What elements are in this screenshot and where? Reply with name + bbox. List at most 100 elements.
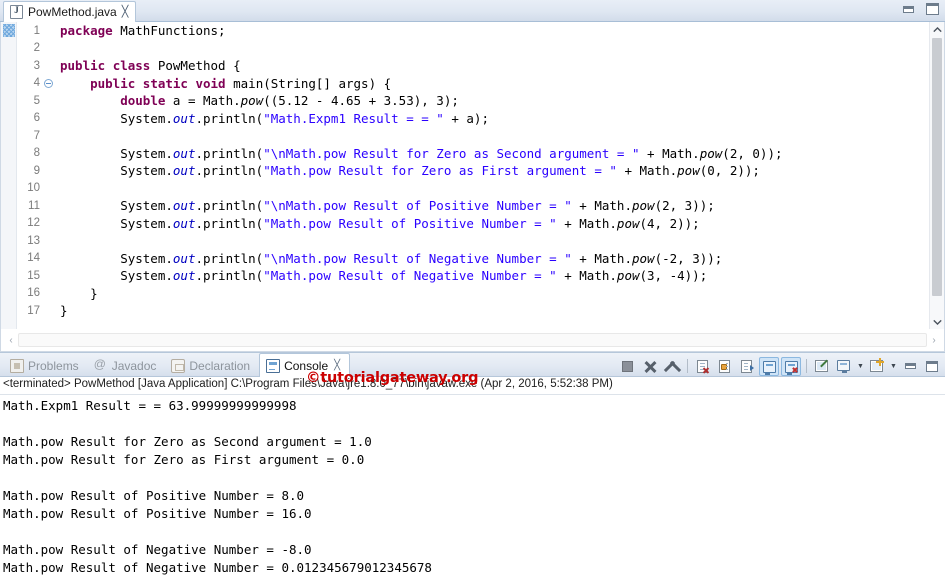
editor-horizontal-scrollbar[interactable]: ‹ › (1, 329, 944, 351)
code-line: 5 double a = Math.pow((5.12 - 4.65 + 3.5… (17, 92, 929, 110)
view-tab-label: Declaration (189, 359, 250, 373)
code-text: } (54, 286, 98, 301)
minimize-view-button[interactable] (900, 357, 920, 376)
code-editor-area[interactable]: 1package MathFunctions;23public class Po… (0, 22, 945, 352)
token-kw: double (120, 93, 165, 108)
editor-part: PowMethod.java ╳ 1package MathFunctions;… (0, 0, 945, 352)
show-console-on-error-icon (785, 361, 798, 373)
code-text: System.out.println("Math.pow Result for … (54, 163, 760, 178)
line-number: 13 (17, 235, 43, 247)
remove-launch-icon (643, 360, 657, 374)
minimize-icon[interactable] (903, 6, 914, 13)
token-pl: System. (60, 216, 173, 231)
token-pl: + Math. (557, 216, 617, 231)
code-line: 8 System.out.println("\nMath.pow Result … (17, 145, 929, 163)
token-pl: PowMethod { (150, 58, 240, 73)
token-pl: (2, 3)); (655, 198, 715, 213)
code-text: public class PowMethod { (54, 58, 241, 73)
scrollbar-thumb[interactable] (932, 38, 942, 296)
view-tab-javadoc[interactable]: Javadoc (88, 354, 166, 378)
clear-console-icon (697, 360, 708, 373)
token-fld: out (173, 251, 196, 266)
word-wrap-button[interactable] (737, 357, 757, 376)
token-pl (135, 76, 143, 91)
console-output-line: Math.pow Result for Zero as First argume… (3, 451, 945, 469)
scroll-left-icon[interactable]: ‹ (4, 335, 18, 346)
toolbar-separator (687, 359, 688, 373)
scroll-lock-button[interactable] (715, 357, 735, 376)
toolbar-separator (806, 359, 807, 373)
console-part: ProblemsJavadocDeclarationConsole╳ ▼▼ <t… (0, 352, 945, 586)
chevron-down-icon[interactable]: ▼ (856, 357, 865, 376)
display-selected-console-button[interactable] (834, 357, 854, 376)
word-wrap-icon (741, 360, 752, 373)
code-line: 11 System.out.println("\nMath.pow Result… (17, 197, 929, 215)
token-fld: out (173, 163, 196, 178)
code-line: 4 public static void main(String[] args)… (17, 75, 929, 93)
clear-console-button[interactable] (693, 357, 713, 376)
maximize-icon[interactable] (926, 3, 939, 15)
token-pl: System. (60, 251, 173, 266)
line-number: 2 (17, 42, 43, 54)
token-pl: .println( (195, 216, 263, 231)
scroll-up-icon[interactable] (930, 22, 945, 37)
token-fld: out (173, 268, 196, 283)
scroll-down-icon[interactable] (930, 314, 945, 329)
line-number: 10 (17, 182, 43, 194)
view-tab-problems[interactable]: Problems (4, 354, 88, 378)
console-output-line: Math.Expm1 Result = = 63.99999999999998 (3, 397, 945, 415)
scroll-lock-icon (719, 360, 730, 373)
show-console-on-error-button[interactable] (781, 357, 801, 376)
fold-collapse-icon[interactable] (43, 78, 54, 89)
show-console-on-output-button[interactable] (759, 357, 779, 376)
close-icon[interactable]: ╳ (122, 7, 129, 18)
editor-tab-powmethod[interactable]: PowMethod.java ╳ (3, 1, 136, 22)
maximize-view-button[interactable] (922, 357, 942, 376)
pin-console-button[interactable] (812, 357, 832, 376)
token-pl (105, 58, 113, 73)
annotation-marker-icon[interactable] (3, 24, 15, 37)
token-pl: (0, 2)); (700, 163, 760, 178)
token-pl: System. (60, 111, 173, 126)
view-tab-declaration[interactable]: Declaration (165, 354, 259, 378)
line-number: 12 (17, 217, 43, 229)
chevron-down-icon[interactable]: ▼ (889, 357, 898, 376)
code-line: 6 System.out.println("Math.Expm1 Result … (17, 110, 929, 128)
remove-all-terminated-button[interactable] (662, 357, 682, 376)
token-pl: ((5.12 - 4.65 + 3.53), 3); (263, 93, 459, 108)
code-text: System.out.println("Math.pow Result of P… (54, 216, 700, 231)
line-number: 14 (17, 252, 43, 264)
annotation-ruler[interactable] (1, 22, 17, 329)
view-tab-console[interactable]: Console╳ (259, 353, 350, 378)
token-pl: .println( (195, 268, 263, 283)
token-str: "Math.Expm1 Result = = " (263, 111, 444, 126)
terminate-icon (622, 361, 633, 372)
horizontal-scroll-track[interactable] (18, 333, 927, 347)
token-str: "\nMath.pow Result of Negative Number = … (263, 251, 572, 266)
maximize-view-icon (926, 361, 938, 372)
console-output-line: Math.pow Result of Positive Number = 8.0 (3, 487, 945, 505)
line-number: 5 (17, 95, 43, 107)
token-pl: (-2, 3)); (655, 251, 723, 266)
terminate-button[interactable] (618, 357, 638, 376)
open-console-button[interactable] (867, 357, 887, 376)
token-pl: (4, 2)); (640, 216, 700, 231)
console-output[interactable]: Math.Expm1 Result = = 63.99999999999998 … (0, 395, 945, 586)
token-pl: .println( (195, 198, 263, 213)
display-selected-console-icon (837, 360, 850, 371)
token-pl: + Math. (617, 163, 677, 178)
remove-launch-button[interactable] (640, 357, 660, 376)
token-pl: } (60, 286, 98, 301)
line-number: 8 (17, 147, 43, 159)
code-line: 17} (17, 302, 929, 320)
editor-vertical-scrollbar[interactable] (929, 22, 944, 329)
console-output-line: Math.pow Result for Zero as Second argum… (3, 433, 945, 451)
show-console-on-output-icon (763, 361, 776, 373)
token-pl: System. (60, 146, 173, 161)
open-console-icon (870, 360, 883, 372)
code-text: System.out.println("\nMath.pow Result of… (54, 198, 715, 213)
scroll-right-icon[interactable]: › (927, 335, 941, 346)
token-pl: System. (60, 198, 173, 213)
close-icon[interactable]: ╳ (334, 361, 340, 371)
token-str: "\nMath.pow Result for Zero as Second ar… (263, 146, 639, 161)
